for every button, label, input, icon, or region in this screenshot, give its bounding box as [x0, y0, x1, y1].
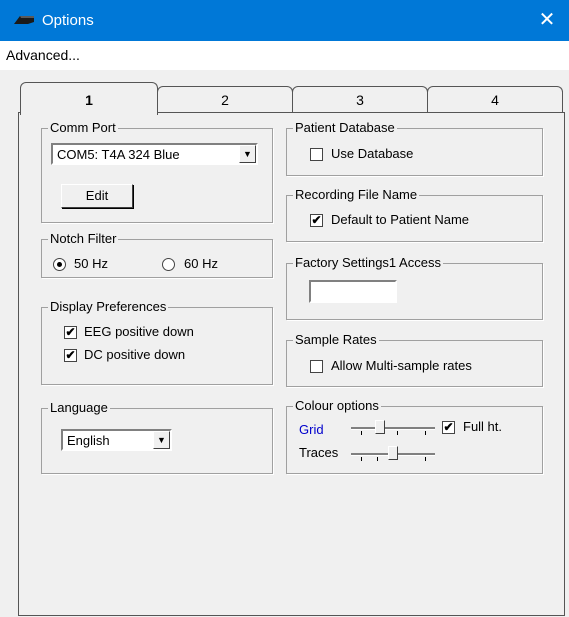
menu-bar: Advanced...	[0, 41, 569, 70]
full-ht-label: Full ht.	[463, 419, 503, 434]
dc-positive-down-checkbox[interactable]: ✔	[64, 349, 77, 362]
tab-label: 3	[356, 92, 364, 108]
options-dialog: Options ✕ Advanced... 1 2 3 4 Comm Port …	[0, 0, 569, 617]
comm-port-legend: Comm Port	[48, 120, 118, 135]
check-icon: ✔	[65, 325, 76, 339]
tab-2[interactable]: 2	[157, 86, 293, 113]
full-ht-checkbox[interactable]: ✔	[442, 421, 455, 434]
language-legend: Language	[48, 400, 110, 415]
allow-multi-sample-rates-label: Allow Multi-sample rates	[331, 358, 472, 373]
slider-tick	[397, 431, 398, 435]
patient-database-group: Patient Database Use Database	[286, 120, 543, 176]
grid-colour-slider[interactable]	[351, 419, 435, 435]
grid-slider-thumb[interactable]	[375, 420, 385, 434]
tab-label: 2	[221, 92, 229, 108]
window-title: Options	[42, 12, 94, 29]
tab-4[interactable]: 4	[427, 86, 563, 113]
sample-rates-legend: Sample Rates	[293, 332, 379, 347]
comm-port-select[interactable]: COM5: T4A 324 Blue ▼	[51, 143, 258, 165]
default-to-patient-name-label: Default to Patient Name	[331, 212, 470, 227]
edit-button-label: Edit	[85, 188, 109, 203]
edit-button[interactable]: Edit	[61, 184, 133, 208]
slider-track	[351, 427, 435, 430]
close-icon: ✕	[538, 9, 556, 31]
tab-3[interactable]: 3	[292, 86, 428, 113]
traces-slider-thumb[interactable]	[388, 446, 398, 460]
patient-database-legend: Patient Database	[293, 120, 397, 135]
colour-options-legend: Colour options	[293, 398, 381, 413]
tab-label: 1	[85, 92, 93, 108]
notch-filter-legend: Notch Filter	[48, 231, 119, 246]
slider-tick	[425, 431, 426, 435]
slider-tick	[361, 457, 362, 461]
display-prefs-group: Display Preferences ✔ EEG positive down …	[41, 299, 273, 385]
close-button[interactable]: ✕	[525, 0, 569, 41]
radio-50hz-label: 50 Hz	[74, 256, 108, 271]
slider-tick	[361, 431, 362, 435]
sample-rates-group: Sample Rates Allow Multi-sample rates	[286, 332, 543, 387]
language-group: Language English ▼	[41, 400, 273, 474]
factory-settings-group: Factory Settings1 Access	[286, 255, 543, 320]
default-to-patient-name-checkbox[interactable]: ✔	[310, 214, 323, 227]
slider-tick	[377, 457, 378, 461]
chevron-down-icon[interactable]: ▼	[239, 145, 256, 163]
recording-file-legend: Recording File Name	[293, 187, 420, 202]
comm-port-value: COM5: T4A 324 Blue	[57, 147, 180, 162]
radio-60hz-label: 60 Hz	[184, 256, 218, 271]
display-prefs-legend: Display Preferences	[48, 299, 169, 314]
tab-panel: Comm Port COM5: T4A 324 Blue ▼ Edit Notc…	[18, 112, 565, 616]
radio-60hz[interactable]	[162, 258, 175, 271]
language-value: English	[67, 433, 110, 448]
eeg-positive-down-label: EEG positive down	[84, 324, 194, 339]
factory-access-input[interactable]	[309, 280, 397, 303]
language-select[interactable]: English ▼	[61, 429, 172, 451]
use-database-checkbox[interactable]	[310, 148, 323, 161]
notch-filter-group: Notch Filter 50 Hz 60 Hz	[41, 231, 273, 278]
dc-positive-down-label: DC positive down	[84, 347, 186, 362]
tab-1[interactable]: 1	[20, 82, 158, 115]
check-icon: ✔	[311, 213, 322, 227]
factory-settings-legend: Factory Settings1 Access	[293, 255, 443, 270]
app-icon	[14, 16, 34, 24]
title-bar[interactable]: Options ✕	[0, 0, 569, 41]
grid-label: Grid	[299, 422, 324, 437]
eeg-positive-down-checkbox[interactable]: ✔	[64, 326, 77, 339]
traces-colour-slider[interactable]	[351, 445, 435, 461]
check-icon: ✔	[443, 420, 454, 434]
allow-multi-sample-rates-checkbox[interactable]	[310, 360, 323, 373]
menu-advanced[interactable]: Advanced...	[6, 47, 80, 63]
radio-50hz[interactable]	[53, 258, 66, 271]
colour-options-group: Colour options Grid ✔ Full ht. Traces	[286, 398, 543, 474]
chevron-down-icon[interactable]: ▼	[153, 431, 170, 449]
comm-port-group: Comm Port COM5: T4A 324 Blue ▼ Edit	[41, 120, 273, 223]
recording-file-group: Recording File Name ✔ Default to Patient…	[286, 187, 543, 242]
slider-tick	[425, 457, 426, 461]
use-database-label: Use Database	[331, 146, 414, 161]
tab-label: 4	[491, 92, 499, 108]
check-icon: ✔	[65, 348, 76, 362]
traces-label: Traces	[299, 445, 339, 460]
